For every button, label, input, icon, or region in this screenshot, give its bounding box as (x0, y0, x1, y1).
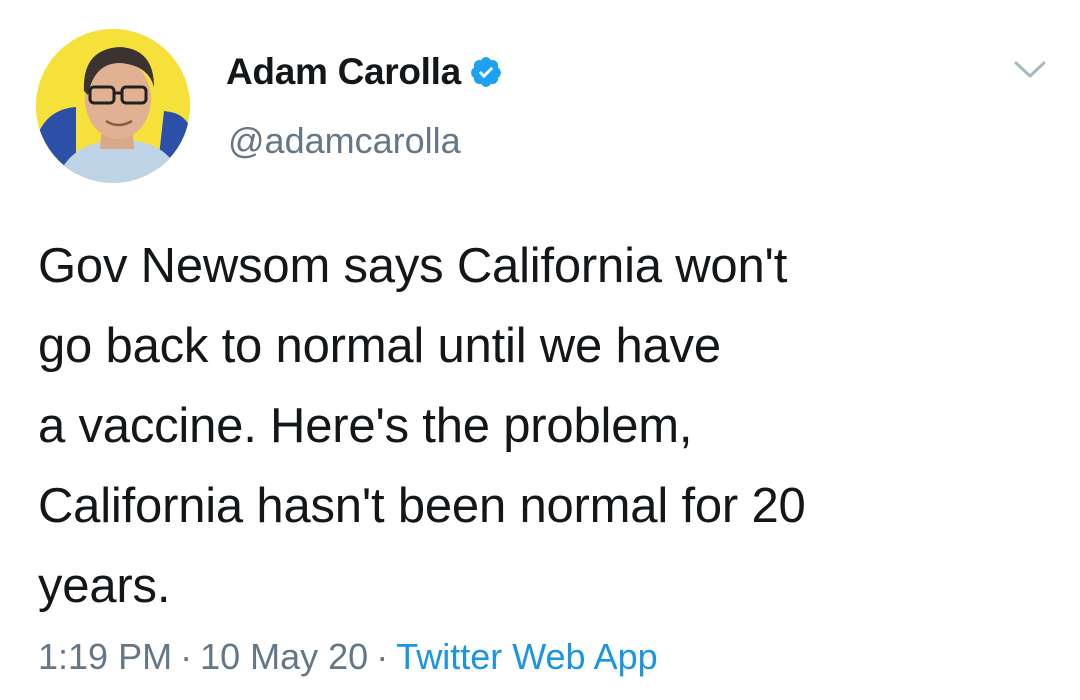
tweet-time[interactable]: 1:19 PM (38, 636, 172, 677)
tweet-date[interactable]: 10 May 20 (200, 636, 368, 677)
display-name[interactable]: Adam Carolla (226, 51, 461, 93)
tweet-source-link[interactable]: Twitter Web App (396, 636, 657, 677)
meta-separator: · (376, 636, 389, 677)
tweet-line: go back to normal until we have (38, 319, 721, 373)
tweet-line: California hasn't been normal for 20 (38, 479, 806, 533)
tweet-line: a vaccine. Here's the problem, (38, 399, 693, 453)
avatar-image (36, 29, 190, 183)
tweet-line: years. (38, 559, 171, 613)
avatar[interactable] (36, 29, 190, 183)
user-handle[interactable]: @adamcarolla (228, 120, 461, 162)
chevron-down-icon[interactable] (1010, 54, 1050, 84)
tweet-card: Adam Carolla @adamcarolla Gov Newsom say… (0, 0, 1080, 700)
tweet-meta: 1:19 PM · 10 May 20 · Twitter Web App (38, 636, 658, 678)
tweet-line: Gov Newsom says California won't (38, 239, 788, 293)
author-name-row[interactable]: Adam Carolla (226, 50, 503, 94)
tweet-text: Gov Newsom says California won't go back… (38, 226, 1048, 626)
verified-badge-icon (469, 55, 503, 89)
meta-separator: · (180, 636, 193, 677)
